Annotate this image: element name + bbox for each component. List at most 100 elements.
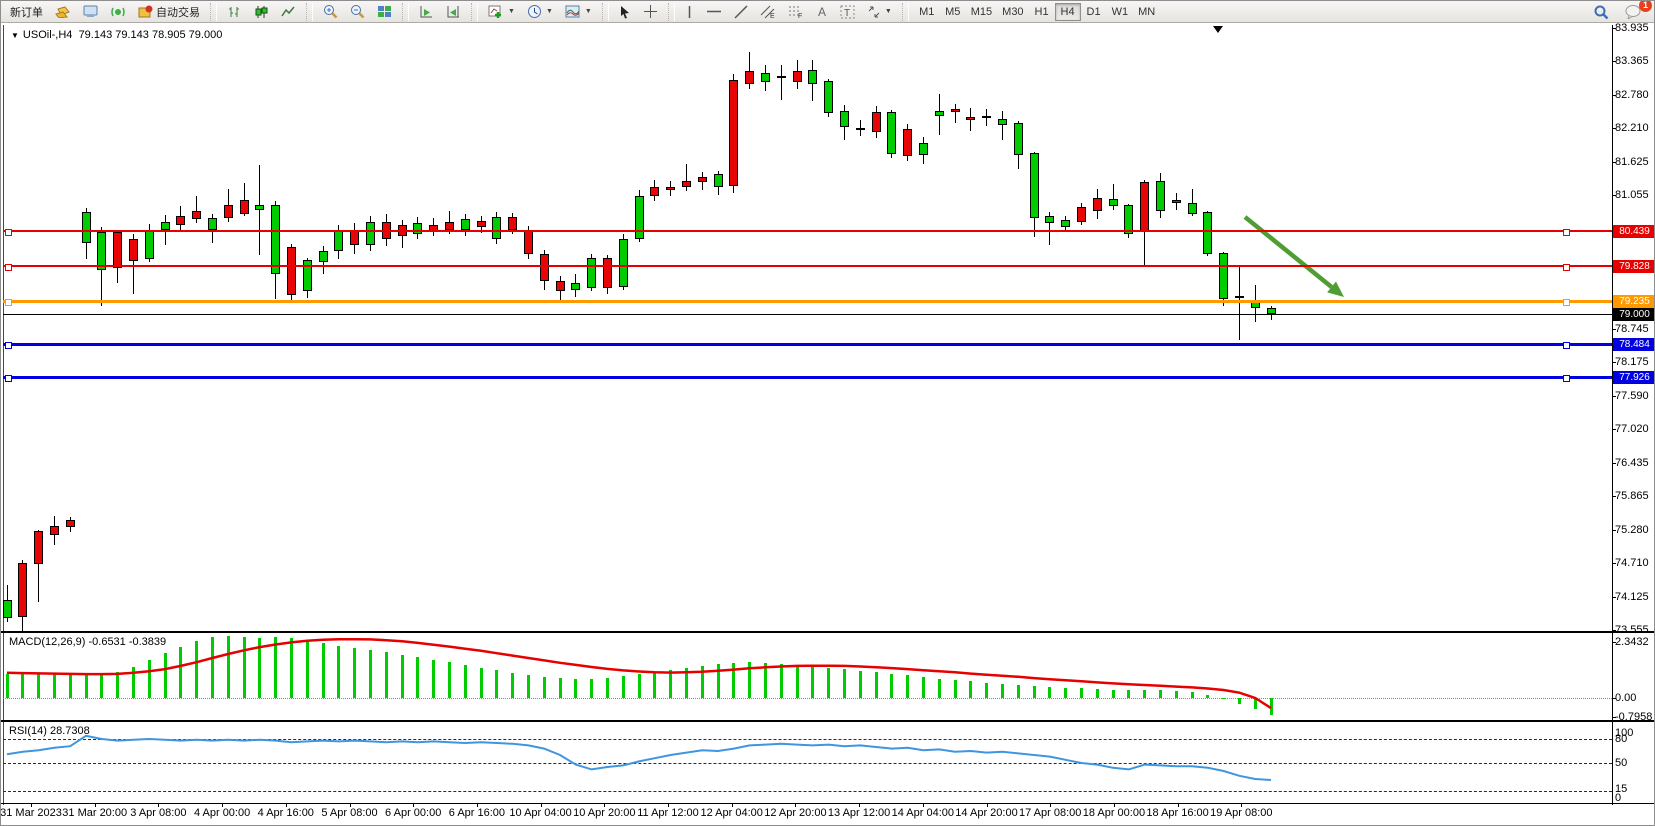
timeframe-m5[interactable]: M5 [940, 3, 966, 21]
arrows-button[interactable]: ▼ [862, 2, 897, 21]
price-line-handle[interactable] [1563, 299, 1570, 306]
vertical-line-icon [685, 5, 694, 19]
fibonacci-button[interactable]: F [783, 2, 809, 21]
macd-histogram-bar [274, 637, 277, 698]
notifications-button[interactable]: 1 [1620, 2, 1646, 21]
candle [1061, 220, 1070, 228]
chart-shift-marker[interactable] [1213, 26, 1223, 33]
timeframe-h1[interactable]: H1 [1029, 3, 1055, 21]
candle [461, 219, 470, 231]
price-line-handle[interactable] [5, 299, 12, 306]
terminal-button[interactable] [78, 2, 104, 21]
gold-order-button[interactable] [50, 2, 76, 21]
timeframe-m30[interactable]: M30 [997, 3, 1028, 21]
price-line-handle[interactable] [5, 342, 12, 349]
price-line[interactable] [3, 314, 1612, 315]
chevron-down-icon: ▼ [508, 8, 515, 15]
time-tick-label: 6 Apr 00:00 [385, 807, 441, 819]
chart-area[interactable]: ▼USOil-,H4 79.143 79.143 78.905 79.000 M… [1, 23, 1655, 826]
macd-histogram-bar [1033, 686, 1036, 698]
macd-histogram-bar [638, 674, 641, 698]
candlestick-chart-button[interactable] [249, 2, 274, 21]
candle-wick [1113, 184, 1114, 210]
candle [982, 116, 991, 118]
text-label-button[interactable]: T [835, 2, 860, 21]
equidistant-channel-button[interactable]: E [755, 2, 781, 21]
price-line[interactable] [3, 265, 1612, 267]
tile-windows-button[interactable] [372, 2, 397, 21]
auto-scroll-button[interactable] [414, 2, 439, 21]
macd-histogram-bar [811, 666, 814, 698]
timeframe-m15[interactable]: M15 [966, 3, 997, 21]
autotrade-button[interactable]: 自动交易 [133, 2, 205, 21]
price-line-handle[interactable] [1563, 375, 1570, 382]
candle [619, 239, 628, 287]
timeframe-h4[interactable]: H4 [1055, 3, 1081, 21]
macd-histogram-bar [1206, 695, 1209, 698]
rsi-panel-divider[interactable] [1, 720, 1655, 722]
timeframe-mn[interactable]: MN [1133, 3, 1160, 21]
bar-chart-button[interactable] [222, 2, 247, 21]
time-tick-label: 13 Apr 12:00 [828, 807, 890, 819]
price-line-handle[interactable] [5, 229, 12, 236]
new-order-button[interactable]: 新订单 [5, 2, 48, 21]
candle [682, 181, 691, 187]
trendline-button[interactable] [729, 2, 753, 21]
price-line[interactable] [3, 300, 1612, 303]
macd-panel-divider[interactable] [1, 631, 1655, 633]
macd-histogram-bar [164, 653, 167, 698]
candle [145, 230, 154, 259]
signals-button[interactable] [106, 2, 131, 21]
macd-histogram-bar [322, 643, 325, 698]
time-tick-label: 10 Apr 04:00 [509, 807, 571, 819]
horizontal-line-button[interactable] [701, 2, 727, 21]
time-tick-label: 4 Apr 16:00 [258, 807, 314, 819]
price-line-handle[interactable] [5, 375, 12, 382]
time-tick-label: 18 Apr 00:00 [1083, 807, 1145, 819]
timeframe-w1[interactable]: W1 [1107, 3, 1134, 21]
price-line-handle[interactable] [1563, 229, 1570, 236]
price-line[interactable] [3, 230, 1612, 232]
period-button[interactable]: ▼ [522, 2, 558, 21]
price-tick-label: 74.125 [1615, 591, 1649, 603]
text-button[interactable]: A [811, 2, 833, 21]
chart-shift-button[interactable] [441, 2, 466, 21]
svg-text:A: A [818, 5, 826, 18]
crosshair-button[interactable] [638, 2, 663, 21]
price-line[interactable] [3, 343, 1612, 346]
timeframe-d1[interactable]: D1 [1081, 3, 1107, 21]
new-order-label: 新订单 [10, 4, 43, 20]
candle [729, 80, 738, 187]
downtrend-arrow-head[interactable] [1327, 281, 1344, 297]
template-button[interactable]: ▼ [560, 2, 597, 21]
time-tick-label: 5 Apr 08:00 [321, 807, 377, 819]
price-line-handle[interactable] [1563, 264, 1570, 271]
candle [66, 520, 75, 527]
candle [714, 174, 723, 187]
macd-histogram-bar [985, 683, 988, 698]
vertical-line-button[interactable] [680, 2, 699, 21]
price-tick-label: 75.280 [1615, 524, 1649, 536]
price-line[interactable] [3, 376, 1612, 379]
toolbar-separator [210, 3, 217, 21]
candle [1156, 181, 1165, 211]
zoom-out-button[interactable] [345, 2, 370, 21]
trendline-icon [734, 5, 748, 19]
downtrend-arrow-line[interactable] [1245, 217, 1332, 287]
macd-histogram-bar [527, 675, 530, 698]
line-chart-button[interactable] [276, 2, 301, 21]
macd-histogram-bar [369, 650, 372, 698]
template-icon [565, 5, 581, 19]
zoom-in-button[interactable] [318, 2, 343, 21]
price-tick-label: 78.175 [1615, 356, 1649, 368]
timeframe-m1[interactable]: M1 [914, 3, 940, 21]
add-indicator-button[interactable]: ▼ [483, 2, 520, 21]
candle [477, 221, 486, 228]
macd-histogram-bar [954, 680, 957, 698]
price-line-handle[interactable] [1563, 342, 1570, 349]
cursor-button[interactable] [614, 2, 636, 21]
search-button[interactable] [1588, 2, 1614, 21]
candle [698, 177, 707, 182]
time-tick-label: 3 Apr 08:00 [130, 807, 186, 819]
price-line-handle[interactable] [5, 264, 12, 271]
